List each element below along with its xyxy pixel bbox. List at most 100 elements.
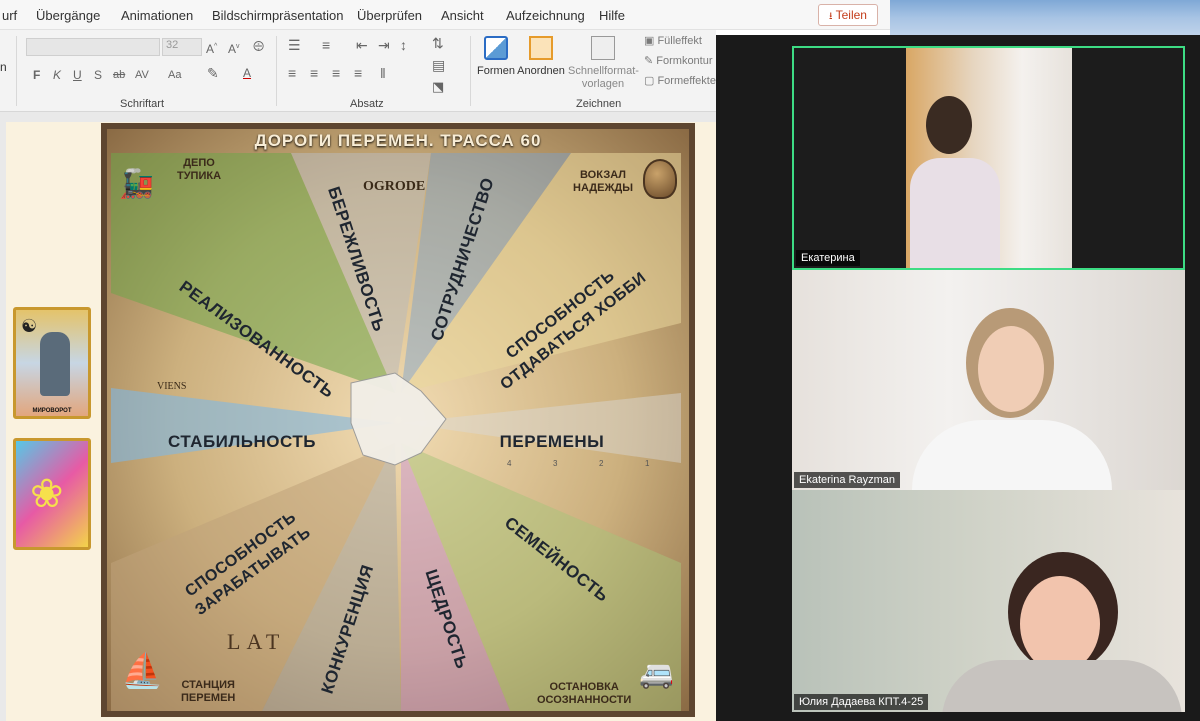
- tab-recording[interactable]: Aufzeichnung: [506, 8, 585, 23]
- road-label: ПЕРЕМЕНЫ: [499, 431, 605, 451]
- desktop-sky-background: [890, 0, 1200, 40]
- decrease-indent-icon[interactable]: ⇤: [356, 38, 368, 52]
- font-family-select[interactable]: [26, 38, 160, 56]
- text-direction-icon[interactable]: ⇅: [432, 36, 444, 50]
- participant-tile-2[interactable]: Ekaterina Rayzman: [792, 270, 1185, 490]
- tab-animations[interactable]: Animationen: [121, 8, 193, 23]
- ribbon-tab-bar: urf Übergänge Animationen Bildschirmpräs…: [0, 0, 890, 30]
- road-peremeny[interactable]: ПЕРЕМЕНЫ: [467, 421, 637, 461]
- step-number: 1: [645, 459, 650, 468]
- shape-effects-label: Formeffekte: [657, 75, 716, 87]
- line-spacing-icon[interactable]: ↕: [400, 38, 407, 52]
- char-spacing-button[interactable]: AV: [135, 68, 149, 82]
- corner-stop-awareness-label: ОСТАНОВКА ОСОЗНАННОСТИ: [537, 681, 632, 706]
- increase-indent-icon[interactable]: ⇥: [378, 38, 390, 52]
- board-title: ДОРОГИ ПЕРЕМЕН. ТРАССА 60: [254, 131, 542, 150]
- tab-view[interactable]: Ansicht: [441, 8, 484, 23]
- change-case-button[interactable]: Aa: [168, 68, 181, 82]
- columns-icon[interactable]: ‖: [380, 66, 386, 80]
- grow-font-icon[interactable]: A^: [206, 40, 217, 56]
- train-icon: 🚂: [119, 168, 154, 199]
- shadow-button[interactable]: S: [94, 68, 102, 82]
- shape-fill-button[interactable]: ▣ Fülleffekt: [644, 34, 702, 47]
- shapes-button[interactable]: Formen: [476, 34, 516, 92]
- shape-outline-button[interactable]: ✎ Formkontur: [644, 54, 713, 67]
- quick-styles-icon: [591, 36, 615, 60]
- tab-slideshow[interactable]: Bildschirmpräsentation: [212, 8, 344, 23]
- highlight-icon[interactable]: ✎: [207, 66, 219, 80]
- justify-icon[interactable]: ≡: [354, 66, 362, 80]
- tab-help[interactable]: Hilfe: [599, 8, 625, 23]
- strikethrough-button[interactable]: ab: [113, 68, 125, 82]
- map-word-viens: VIENS: [157, 381, 187, 392]
- shrink-font-icon[interactable]: Av: [228, 40, 240, 56]
- arrange-label: Anordnen: [517, 65, 565, 77]
- step-number: 4: [507, 459, 512, 468]
- corner-station-hope-label: ВОКЗАЛ НАДЕЖДЫ: [573, 169, 634, 194]
- lotus-icon: ❀: [30, 472, 64, 516]
- shape-effects-button[interactable]: ▢ Formeffekte: [644, 74, 716, 87]
- shapes-label: Formen: [477, 65, 515, 77]
- font-size-select[interactable]: 32: [162, 38, 202, 56]
- participant-name: Екатерина: [796, 250, 860, 266]
- align-right-icon[interactable]: ≡: [332, 66, 340, 80]
- participant-face: [1020, 576, 1100, 672]
- van-icon: 🚐: [639, 658, 674, 689]
- share-icon: ⭳: [829, 11, 833, 22]
- shapes-icon: [484, 36, 508, 60]
- arrange-icon: [529, 36, 553, 60]
- share-button[interactable]: ⭳ Teilen: [818, 4, 878, 26]
- ribbon-home: n 32 A^ Av ⨸ F K U S ab AV Aa ✎ A Schrif…: [0, 30, 716, 112]
- participant-tile-1[interactable]: Екатерина: [792, 46, 1185, 270]
- ribbon-cut-label: n: [0, 60, 7, 74]
- participant-name: Ekaterina Rayzman: [794, 472, 900, 488]
- shape-fill-label: Fülleffekt: [657, 35, 702, 47]
- corner-depot-label: ДЕПО ТУПИКА: [177, 157, 222, 182]
- align-text-icon[interactable]: ▤: [432, 58, 445, 72]
- quick-styles-button[interactable]: Schnellformat- vorlagen: [568, 34, 639, 96]
- align-left-icon[interactable]: ≡: [288, 66, 296, 80]
- tab-review[interactable]: Überprüfen: [357, 8, 422, 23]
- peremeny-step-numbers: 4 3 2 1: [507, 459, 687, 471]
- numbering-icon[interactable]: ≡: [322, 38, 330, 52]
- tab-transitions[interactable]: Übergänge: [36, 8, 100, 23]
- left-image-card-yin-yang[interactable]: ☯ МИРОВОРОТ: [13, 307, 91, 419]
- pen-icon: ✎: [644, 55, 657, 67]
- bold-button[interactable]: F: [33, 68, 40, 82]
- arrange-button[interactable]: Anordnen: [517, 34, 565, 92]
- left-image-card-lotus[interactable]: ❀: [13, 438, 91, 550]
- step-number: 2: [599, 459, 604, 468]
- video-feed: [906, 48, 1072, 268]
- quick-styles-label: Schnellformat- vorlagen: [568, 65, 639, 90]
- clear-format-icon[interactable]: ⨸: [253, 39, 264, 53]
- group-label-drawing: Zeichnen: [576, 98, 622, 110]
- font-size-value: 32: [166, 39, 179, 51]
- bullets-icon[interactable]: ☰: [288, 38, 301, 52]
- participant-name: Юлия Дадаева КПТ.4-25: [794, 694, 929, 710]
- group-label-paragraph: Absatz: [350, 98, 384, 110]
- italic-button[interactable]: K: [53, 68, 61, 82]
- underline-button[interactable]: U: [73, 68, 82, 82]
- shape-outline-label: Formkontur: [656, 55, 713, 67]
- smartart-icon[interactable]: ⬔: [432, 80, 444, 94]
- corner-station-changes-label: СТАНЦИЯ ПЕРЕМЕН: [181, 679, 236, 704]
- hot-air-balloon-icon: [643, 159, 677, 199]
- step-number: 3: [553, 459, 558, 468]
- group-label-font: Schriftart: [120, 98, 165, 110]
- effects-icon: ▢: [644, 75, 658, 87]
- participant-head: [926, 96, 972, 154]
- participant-tile-3[interactable]: Юлия Дадаева КПТ.4-25: [792, 490, 1185, 712]
- share-label: Teilen: [835, 8, 867, 22]
- road-stabilnost[interactable]: СТАБИЛЬНОСТЬ: [147, 421, 337, 461]
- font-color-icon[interactable]: A: [243, 66, 251, 80]
- card-caption: МИРОВОРОТ: [32, 408, 72, 414]
- game-board[interactable]: ДОРОГИ ПЕРЕМЕН. ТРАССА 60 OGRODE VIENS L…: [101, 123, 695, 717]
- yin-yang-icon: ☯: [21, 316, 38, 336]
- map-word-ogrode: OGRODE: [363, 179, 426, 194]
- align-center-icon[interactable]: ≡: [310, 66, 318, 80]
- tab-cut-off[interactable]: urf: [2, 8, 17, 23]
- participant-body: [942, 660, 1182, 712]
- participant-face: [978, 326, 1044, 412]
- sailing-ship-icon: ⛵: [121, 652, 164, 690]
- paint-bucket-icon: ▣: [644, 35, 658, 47]
